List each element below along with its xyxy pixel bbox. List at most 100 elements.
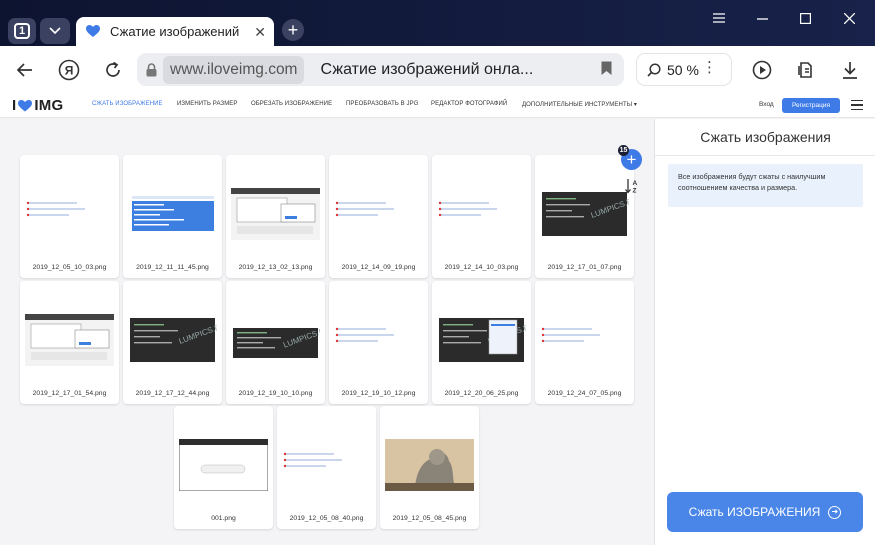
svg-text:Z: Z [633,188,637,195]
compress-info-note: Все изображения будут сжаты с наилучшим … [668,164,863,207]
files-area: 2019_12_05_10_03.png 2019_12_11_11_45.pn… [0,119,654,545]
file-card[interactable]: LUMPICS.RU 2019_12_20_06_25.png [432,281,531,404]
file-name: 2019_12_05_10_03.png [32,264,107,271]
back-button[interactable] [12,57,38,83]
browser-toolbar: Я www.iloveimg.com Сжатие изображений он… [0,46,875,94]
sort-button[interactable]: AZ [624,178,640,194]
web-page: I IMG Сжать изображение Изменить размер … [0,94,875,545]
downloads-button[interactable] [837,57,863,83]
file-name: 2019_12_14_09_19.png [341,264,416,271]
file-name: 2019_12_20_06_25.png [444,390,519,397]
nav-crop[interactable]: Обрезать изображение [251,101,332,107]
file-name: 2019_12_17_01_07.png [547,264,622,271]
file-thumbnail [231,188,320,240]
minimize-icon[interactable] [757,18,768,20]
browser-tab[interactable]: Сжатие изображений ✕ [76,17,274,46]
file-name: 2019_12_05_08_45.png [392,515,467,522]
address-page-title: Сжатие изображений онла... [320,60,534,78]
close-window-icon[interactable] [844,13,855,24]
file-name: 2019_12_17_12_44.png [135,390,210,397]
nav-more-tools[interactable]: Дополнительные инструменты ▾ [522,101,637,108]
file-name: 2019_12_11_11_45.png [136,264,209,271]
yandex-button[interactable]: Я [56,57,82,83]
tab-count: 1 [14,23,30,39]
file-thumbnail [540,314,629,366]
file-card[interactable]: LUMPICS.RU 2019_12_19_10_10.png [226,281,325,404]
nav-convert-jpg[interactable]: Преобразовать в JPG [346,101,419,107]
media-button[interactable] [749,57,775,83]
nav-photo-editor[interactable]: Редактор фотографий [431,101,507,107]
file-thumbnail: LUMPICS.RU [128,314,217,366]
svg-text:Я: Я [65,64,74,78]
address-bar[interactable]: www.iloveimg.com Сжатие изображений онла… [137,53,624,86]
window-menu-icon[interactable] [713,13,725,23]
file-thumbnail: LUMPICS.RU [540,188,629,240]
iloveimg-logo[interactable]: I IMG [12,97,63,114]
logo-heart-icon [18,99,33,111]
file-thumbnail [334,188,423,240]
menu-icon[interactable] [851,100,863,110]
file-name: 2019_12_19_10_12.png [341,390,416,397]
reload-button[interactable] [100,57,126,83]
sidebar-title: Сжать изображения [655,119,875,156]
file-thumbnail [25,188,114,240]
download-icon [843,62,857,79]
chevron-down-icon [49,27,61,35]
login-link[interactable]: Вход [759,101,774,108]
zoom-control[interactable]: 50 % ⋮ [636,53,732,86]
lock-icon [146,62,157,76]
file-thumbnail [334,314,423,366]
file-card[interactable]: 2019_12_14_10_03.png [432,155,531,278]
file-thumbnail [437,188,526,240]
file-count-badge: 15 [618,145,629,156]
more-menu-icon[interactable]: ⋮ [702,60,717,75]
compress-images-button[interactable]: Сжать ИЗОБРАЖЕНИЯ ➜ [667,492,863,532]
yandex-logo-icon: Я [58,59,80,81]
tab-title: Сжатие изображений [110,24,240,39]
new-tab-button[interactable]: + [282,19,304,41]
collections-icon [798,62,812,78]
file-card[interactable]: 2019_12_11_11_45.png [123,155,222,278]
file-card[interactable]: 2019_12_24_07_05.png [535,281,634,404]
collections-button[interactable] [793,57,819,83]
tab-list-button[interactable] [40,18,70,44]
file-thumbnail: LUMPICS.RU [437,314,526,366]
file-card[interactable]: LUMPICS.RU 2019_12_17_01_07.png [535,155,634,278]
file-thumbnail [282,439,371,491]
zoom-level: 50 % [667,61,699,78]
logo-text-left: I [12,97,17,114]
play-circle-icon [752,60,772,80]
nav-resize[interactable]: Изменить размер [177,101,238,107]
file-card[interactable]: 2019_12_19_10_12.png [329,281,428,404]
file-name: 2019_12_05_08_40.png [289,515,364,522]
file-card[interactable]: 2019_12_17_01_54.png [20,281,119,404]
file-name: 2019_12_19_10_10.png [238,390,313,397]
file-thumbnail [25,314,114,366]
tab-close-icon[interactable]: ✕ [254,24,266,41]
reload-icon [106,61,120,77]
tab-counter-button[interactable]: 1 [8,18,36,44]
file-card[interactable]: 001.png [174,406,273,529]
file-name: 001.png [211,515,236,522]
file-card[interactable]: 2019_12_05_10_03.png [20,155,119,278]
file-card[interactable]: 2019_12_14_09_19.png [329,155,428,278]
file-thumbnail [385,439,474,491]
arrow-right-circle-icon: ➜ [828,505,842,519]
register-button[interactable]: Регистрация [782,98,840,113]
nav-compress[interactable]: Сжать изображение [92,101,163,107]
compress-sidebar: Сжать изображения Все изображения будут … [654,119,875,545]
arrow-left-icon [17,63,32,77]
svg-text:A: A [633,180,638,187]
bookmark-icon[interactable] [601,61,612,76]
file-thumbnail [128,188,217,240]
file-card[interactable]: 2019_12_05_08_45.png [380,406,479,529]
file-card[interactable]: 2019_12_05_08_40.png [277,406,376,529]
file-name: 2019_12_13_02_13.png [238,264,313,271]
file-name: 2019_12_24_07_05.png [547,390,622,397]
site-header: I IMG Сжать изображение Изменить размер … [0,94,875,118]
maximize-icon[interactable] [800,13,811,24]
file-card[interactable]: 2019_12_13_02_13.png [226,155,325,278]
logo-text-right: IMG [34,97,64,114]
compress-button-label: Сжать ИЗОБРАЖЕНИЯ [688,505,821,519]
file-card[interactable]: LUMPICS.RU 2019_12_17_12_44.png [123,281,222,404]
